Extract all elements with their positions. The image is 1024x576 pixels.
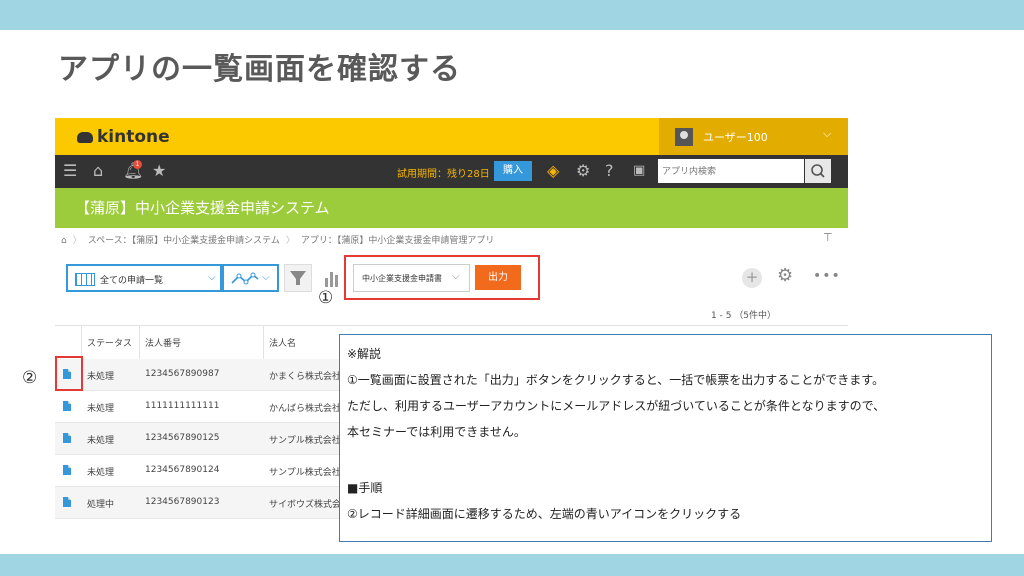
callout-marker-2: ② xyxy=(22,368,38,388)
record-detail-icon[interactable] xyxy=(63,401,71,411)
cell-number: 1234567890987 xyxy=(145,369,220,379)
record-detail-icon[interactable] xyxy=(63,497,71,507)
breadcrumb-separator: 〉 xyxy=(285,236,295,246)
list-view-icon xyxy=(75,273,95,286)
breadcrumb-app[interactable]: アプリ：【蒲原】中小企業支援金申請管理アプリ xyxy=(301,236,495,246)
cell-name: かんばら株式会社 xyxy=(269,404,342,414)
cell-number: 1234567890123 xyxy=(145,497,220,507)
cell-status: 処理中 xyxy=(87,500,115,510)
gear-icon[interactable]: ⚙ xyxy=(576,161,590,181)
view-select[interactable]: 全ての申請一覧 ⌵ xyxy=(66,264,222,292)
explanation-box: ※解説 ①一覧画面に設置された「出力」ボタンをクリックすると、一括で帳票を出力す… xyxy=(339,334,992,542)
search-icon xyxy=(811,164,825,178)
column-divider xyxy=(263,326,264,359)
chevron-down-icon: ⌵ xyxy=(262,272,270,283)
cell-status: 未処理 xyxy=(87,404,115,414)
highlight-box-output xyxy=(344,255,540,300)
chevron-down-icon: ⌵ xyxy=(208,272,216,283)
menu-icon[interactable]: ☰ xyxy=(63,161,77,181)
search-button[interactable] xyxy=(805,159,831,183)
kintone-logo-icon xyxy=(77,132,93,143)
logo-text: kintone xyxy=(97,127,170,147)
help-icon[interactable]: ? xyxy=(605,161,614,181)
add-record-button[interactable]: + xyxy=(742,268,762,288)
cell-status: 未処理 xyxy=(87,468,115,478)
app-settings-gear-icon[interactable]: ⚙ xyxy=(777,265,793,286)
column-header-name[interactable]: 法人名 xyxy=(269,336,296,349)
column-header-status[interactable]: ステータス xyxy=(87,336,132,349)
column-header-number[interactable]: 法人番号 xyxy=(145,336,181,349)
cell-name: かまくら株式会社 xyxy=(269,372,342,382)
more-options-icon[interactable]: ••• xyxy=(813,268,841,284)
callout-marker-1: ① xyxy=(318,288,334,308)
kintone-logo[interactable]: kintone xyxy=(77,127,170,147)
explanation-line: ただし、利用するユーザーアカウントにメールアドレスが紐づいていることが条件となり… xyxy=(347,399,886,413)
user-name: ユーザー100 xyxy=(703,131,768,144)
breadcrumb-space[interactable]: スペース：【蒲原】中小企業支援金申請システム xyxy=(88,236,280,246)
cell-number: 1234567890124 xyxy=(145,465,220,475)
avatar xyxy=(675,128,693,146)
explanation-line: 本セミナーでは利用できません。 xyxy=(347,425,526,439)
notification-badge: 1 xyxy=(133,160,142,169)
view-label: 全ての申請一覧 xyxy=(100,276,164,286)
column-divider xyxy=(139,326,140,359)
home-icon[interactable]: ⌂ xyxy=(93,161,103,181)
top-band xyxy=(0,0,1024,30)
filter-icon xyxy=(290,271,306,285)
record-count: 1 - 5 （5件中） xyxy=(711,311,777,321)
search-box xyxy=(658,159,804,184)
highlight-box-record-icon xyxy=(55,356,83,391)
app-banner: 【蒲原】中小企業支援金申請システム xyxy=(55,188,848,228)
code-icon[interactable]: ▣ xyxy=(633,161,645,181)
cell-number: 1234567890125 xyxy=(145,433,220,443)
record-detail-icon[interactable] xyxy=(63,465,71,475)
step-line: ②レコード詳細画面に遷移するため、左端の青いアイコンをクリックする xyxy=(347,507,742,521)
explanation-heading: ※解説 xyxy=(347,347,382,361)
steps-heading: ■手順 xyxy=(347,481,383,495)
bottom-band xyxy=(0,554,1024,576)
graph-button[interactable]: ⌵ xyxy=(222,264,279,292)
cell-name: サンプル株式会社 xyxy=(269,436,341,446)
user-menu[interactable]: ユーザー100 ⌵ xyxy=(659,118,848,155)
breadcrumb-separator: 〉 xyxy=(72,236,82,246)
column-divider xyxy=(81,326,82,359)
app-header: kintone ユーザー100 ⌵ xyxy=(55,118,848,155)
breadcrumb: ⌂ 〉スペース：【蒲原】中小企業支援金申請システム〉アプリ：【蒲原】中小企業支援金… xyxy=(61,233,494,246)
beginner-icon[interactable]: ◈ xyxy=(547,161,559,181)
search-input[interactable] xyxy=(658,160,802,184)
navbar: ☰ ⌂ 🔔︎ 1 ★ 試用期間：残り28日 購入 ◈ ⚙ ? ▣ xyxy=(55,155,848,188)
chevron-down-icon: ⌵ xyxy=(823,127,832,140)
buy-button[interactable]: 購入 xyxy=(494,161,532,181)
cell-status: 未処理 xyxy=(87,436,115,446)
record-detail-icon[interactable] xyxy=(63,433,71,443)
cell-number: 1111111111111 xyxy=(145,401,220,411)
cell-status: 未処理 xyxy=(87,372,115,382)
explanation-line: ①一覧画面に設置された「出力」ボタンをクリックすると、一括で帳票を出力することが… xyxy=(347,373,885,387)
cell-name: サンプル株式会社 xyxy=(269,468,341,478)
star-icon[interactable]: ★ xyxy=(152,161,166,181)
filter-button[interactable] xyxy=(284,264,312,292)
app-title: 【蒲原】中小企業支援金申請システム xyxy=(75,199,330,217)
graph-icon xyxy=(231,272,259,285)
slide-title: アプリの一覧画面を確認する xyxy=(58,52,461,87)
pin-icon[interactable]: ⊤ xyxy=(823,231,833,244)
trial-text: 試用期間：残り28日 xyxy=(397,169,490,180)
breadcrumb-home-icon[interactable]: ⌂ xyxy=(61,236,67,246)
cell-name: サイボウズ株式会社 xyxy=(269,500,351,510)
